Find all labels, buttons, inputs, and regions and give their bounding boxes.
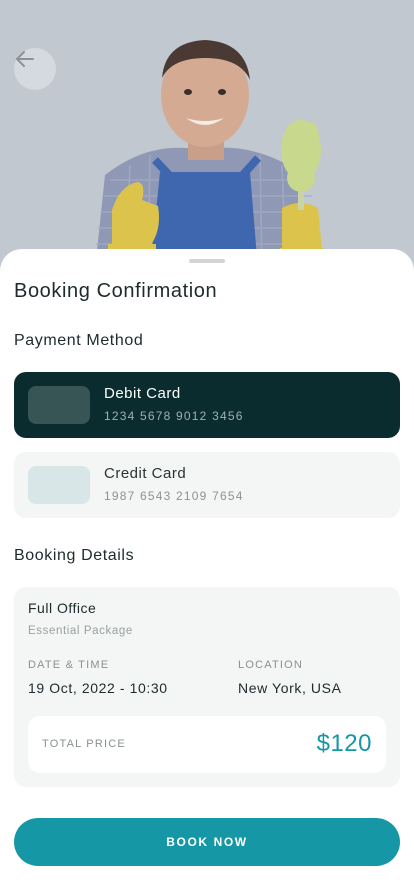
hero-image	[0, 0, 414, 270]
card-thumbnail	[28, 386, 90, 424]
payment-option-name: Credit Card	[104, 465, 187, 482]
payment-option-number: 1234 5678 9012 3456	[104, 409, 244, 423]
cleaner-photo	[0, 0, 414, 270]
datetime-value: 19 Oct, 2022 - 10:30	[28, 680, 168, 696]
page-title: Booking Confirmation	[14, 280, 218, 302]
arrow-left-icon	[16, 51, 34, 67]
datetime-label: DATE & TIME	[28, 659, 110, 671]
booking-details-heading: Booking Details	[14, 547, 135, 564]
payment-option-credit-card[interactable]: Credit Card 1987 6543 2109 7654	[14, 452, 400, 518]
back-button[interactable]	[14, 48, 56, 90]
total-price-box: TOTAL PRICE $120	[28, 716, 386, 773]
booking-details-card: Full Office Essential Package DATE & TIM…	[14, 587, 400, 787]
location-label: LOCATION	[238, 659, 304, 671]
service-name: Full Office	[28, 600, 97, 616]
sheet-drag-handle[interactable]	[189, 259, 225, 263]
payment-option-number: 1987 6543 2109 7654	[104, 489, 244, 503]
payment-method-heading: Payment Method	[14, 332, 144, 349]
package-name: Essential Package	[28, 625, 133, 637]
payment-option-debit-card[interactable]: Debit Card 1234 5678 9012 3456	[14, 372, 400, 438]
location-value: New York, USA	[238, 680, 342, 696]
payment-option-name: Debit Card	[104, 385, 181, 402]
total-price-value: $120	[316, 730, 372, 757]
card-thumbnail	[28, 466, 90, 504]
total-price-label: TOTAL PRICE	[42, 738, 126, 750]
book-now-button[interactable]: BOOK NOW	[14, 818, 400, 866]
booking-sheet: Booking Confirmation Payment Method Debi…	[0, 249, 414, 896]
